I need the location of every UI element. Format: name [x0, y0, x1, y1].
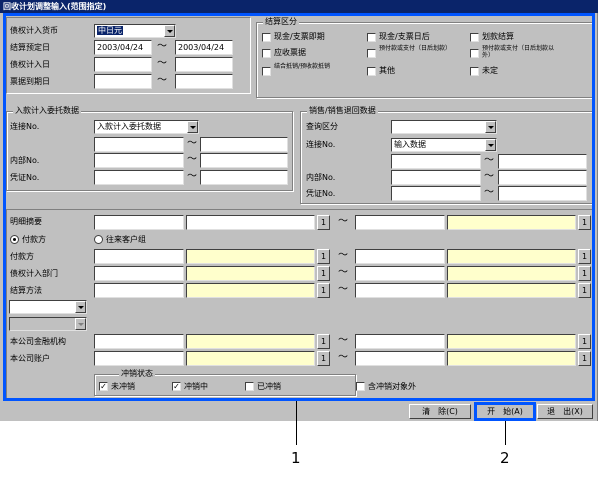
start-button-highlight: [474, 402, 536, 421]
callout-line-2: [505, 421, 506, 445]
callout-2: 2: [500, 449, 510, 467]
exit-button[interactable]: 退 出(X): [537, 404, 593, 419]
callout-line-1: [296, 401, 297, 445]
conditions-area-highlight: [3, 13, 595, 401]
clear-button[interactable]: 清 除(C): [409, 404, 471, 419]
window-title: 回收计划调整输入(范围指定): [0, 0, 598, 13]
callout-1: 1: [291, 449, 301, 467]
